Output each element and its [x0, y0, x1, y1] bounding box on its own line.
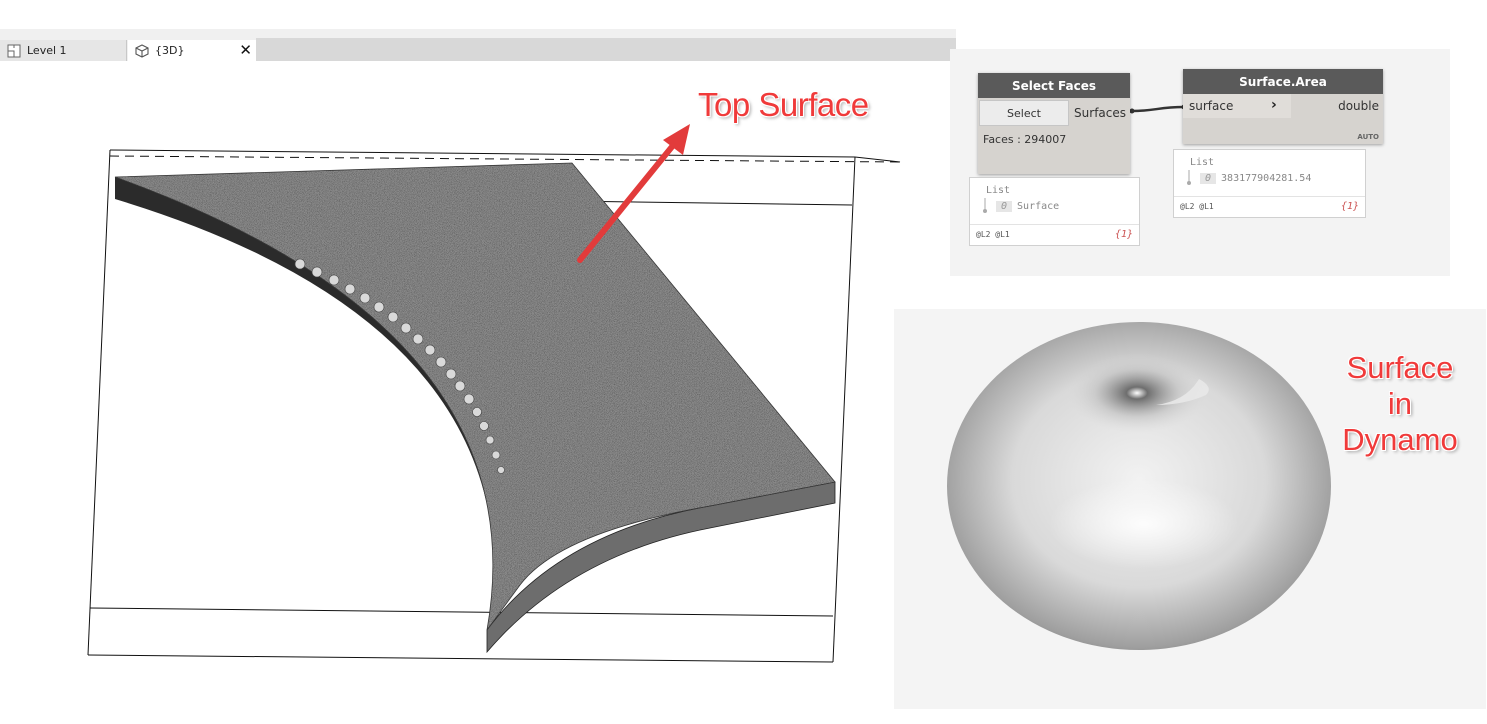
surfaces-output-port[interactable]: Surfaces: [1074, 106, 1126, 120]
select-faces-node[interactable]: Select Faces Select Surfaces Faces : 294…: [978, 73, 1130, 174]
surface-area-preview[interactable]: List 0 383177904281.54 @L2 @L1 {1}: [1173, 149, 1366, 218]
annotation-line-3: Dynamo: [1342, 422, 1458, 457]
preview-value: 383177904281.54: [1221, 172, 1312, 184]
tab-level-1[interactable]: Level 1: [0, 40, 127, 61]
preview-index: 0: [1200, 172, 1217, 184]
floor-plan-icon: [7, 44, 21, 57]
preview-list-item: 0 383177904281.54: [1186, 170, 1311, 186]
revit-3d-viewport[interactable]: [0, 61, 956, 724]
preview-list-item: 0 Surface: [982, 198, 1059, 214]
surface-area-body: surface › double AUTO: [1183, 94, 1383, 144]
list-count: {1}: [1114, 229, 1133, 240]
list-tree-icon: [1187, 170, 1191, 185]
preview-footer: @L2 @L1 {1}: [970, 224, 1139, 245]
faces-count: Faces : 294007: [983, 133, 1067, 146]
preview-list-label: List: [986, 185, 1011, 196]
preview-footer: @L2 @L1 {1}: [1174, 196, 1365, 217]
tab-3d-view[interactable]: {3D} ✕: [128, 40, 256, 61]
list-count: {1}: [1340, 201, 1359, 212]
annotation-line-2: in: [1387, 386, 1413, 421]
preview-index: 0: [996, 200, 1013, 212]
annotation-line-1: Surface: [1346, 350, 1454, 385]
surface-area-title: Surface.Area: [1183, 69, 1383, 94]
view-tab-bar: Level 1 {3D} ✕: [0, 29, 956, 61]
tab-level-1-label: Level 1: [27, 44, 67, 57]
dynamo-graph-panel[interactable]: Select Faces Select Surfaces Faces : 294…: [950, 49, 1450, 276]
chevron-right-icon: ›: [1271, 97, 1277, 113]
select-faces-preview[interactable]: List 0 Surface @L2 @L1 {1}: [969, 177, 1140, 246]
list-levels: @L2 @L1: [976, 230, 1010, 239]
3d-view-icon: [135, 43, 149, 58]
list-tree-icon: [983, 198, 987, 213]
close-tab-icon[interactable]: ✕: [239, 41, 252, 59]
surface-area-node[interactable]: Surface.Area surface › double AUTO: [1183, 69, 1383, 144]
select-button[interactable]: Select: [979, 100, 1069, 126]
surface-input-port[interactable]: surface ›: [1183, 94, 1291, 118]
list-levels: @L2 @L1: [1180, 202, 1214, 211]
surface-in-dynamo-label: Surface in Dynamo: [1330, 350, 1470, 458]
top-surface-label: Top Surface: [698, 86, 869, 123]
lacing-label[interactable]: AUTO: [1357, 133, 1379, 141]
tab-bar-background: [256, 38, 956, 61]
preview-value: Surface: [1017, 200, 1060, 212]
preview-list-label: List: [1190, 157, 1215, 168]
select-faces-body: Select Surfaces Faces : 294007: [978, 98, 1130, 174]
double-output-port[interactable]: double: [1338, 99, 1379, 113]
tab-3d-label: {3D}: [155, 44, 185, 57]
select-faces-title: Select Faces: [978, 73, 1130, 98]
surface-input-label: surface: [1189, 99, 1234, 113]
